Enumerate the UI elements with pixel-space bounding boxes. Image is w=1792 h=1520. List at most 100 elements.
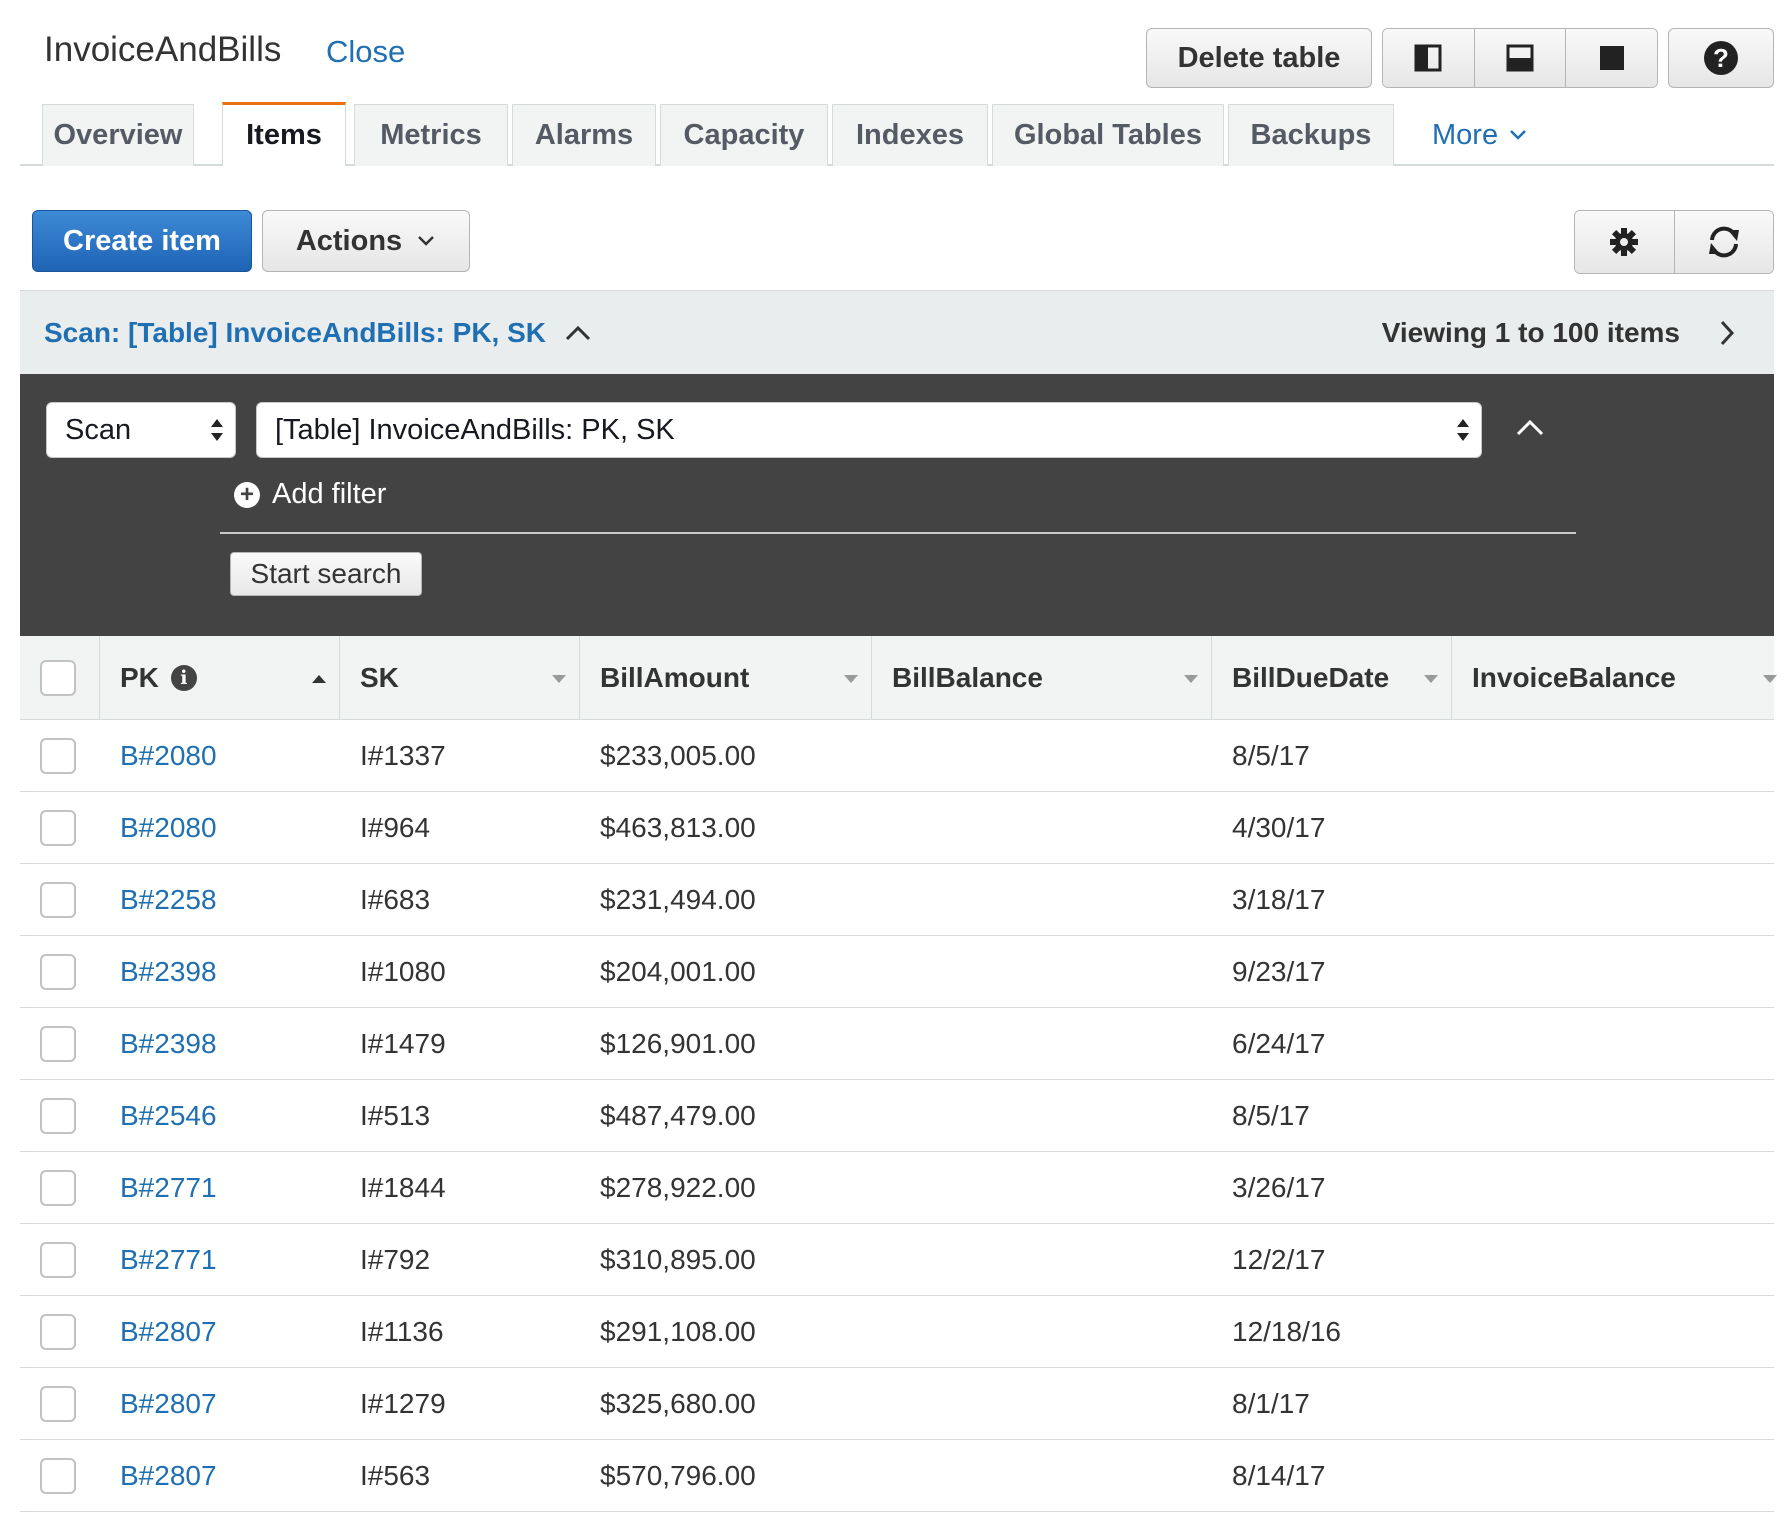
pk-cell[interactable]: B#2807 [120, 1296, 217, 1368]
table-index-select[interactable]: [Table] InvoiceAndBills: PK, SK [256, 402, 1482, 458]
scan-toggle[interactable]: Scan: [Table] InvoiceAndBills: PK, SK [44, 317, 592, 349]
table-row: B#2398 I#1080 $204,001.00 9/23/17 [20, 936, 1774, 1008]
info-icon[interactable]: i [170, 665, 197, 691]
tab-overview[interactable]: Overview [42, 104, 194, 166]
table-row: B#2807 I#563 $570,796.00 8/14/17 [20, 1440, 1774, 1512]
pk-cell[interactable]: B#2807 [120, 1368, 217, 1440]
tab-more[interactable]: More [1432, 104, 1528, 166]
row-checkbox[interactable] [40, 1242, 76, 1278]
scan-title: Scan: [Table] InvoiceAndBills: PK, SK [44, 317, 547, 348]
pk-cell[interactable]: B#2771 [120, 1224, 217, 1296]
row-checkbox[interactable] [40, 810, 76, 846]
collapse-panel-icon[interactable] [1514, 416, 1546, 438]
tab-global-tables[interactable]: Global Tables [992, 104, 1224, 166]
sk-cell: I#1136 [360, 1316, 444, 1347]
row-select-cell [40, 1296, 76, 1368]
column-header-billbalance[interactable]: BillBalance [872, 636, 1212, 720]
add-filter-button[interactable]: + Add filter [234, 478, 386, 511]
help-button[interactable]: ? [1668, 28, 1774, 88]
add-filter-label: Add filter [272, 478, 387, 510]
bill-due-date-cell: 3/26/17 [1232, 1172, 1326, 1203]
column-header-billamount[interactable]: BillAmount [580, 636, 872, 720]
table-row: B#2080 I#964 $463,813.00 4/30/17 [20, 792, 1774, 864]
pk-cell[interactable]: B#2807 [120, 1440, 217, 1512]
column-header-label: SK [360, 662, 399, 693]
column-header-sk[interactable]: SK [340, 636, 580, 720]
bill-due-date-cell: 3/18/17 [1232, 884, 1326, 915]
bill-amount-cell: $325,680.00 [600, 1388, 756, 1419]
column-header-label: PK [120, 662, 159, 693]
pk-cell[interactable]: B#2546 [120, 1080, 217, 1152]
operation-select[interactable]: Scan [46, 402, 236, 458]
sk-cell: I#1279 [360, 1388, 446, 1419]
tab-backups[interactable]: Backups [1228, 104, 1394, 166]
select-arrows-icon [1457, 419, 1469, 441]
sk-cell: I#1479 [360, 1028, 446, 1059]
plus-circle-icon: + [234, 481, 260, 508]
column-header-invoicebalance[interactable]: InvoiceBalance [1452, 636, 1777, 720]
pk-cell[interactable]: B#2398 [120, 936, 217, 1008]
bill-amount-cell: $231,494.00 [600, 884, 756, 915]
delete-table-button[interactable]: Delete table [1146, 28, 1372, 88]
column-header-pk[interactable]: PK i [100, 636, 340, 720]
sort-caret-icon [844, 675, 858, 683]
row-checkbox[interactable] [40, 1098, 76, 1134]
sort-caret-icon [1424, 675, 1438, 683]
split-vertical-button[interactable] [1383, 29, 1474, 87]
bill-due-date-cell: 12/18/16 [1232, 1316, 1341, 1347]
row-select-cell [40, 1224, 76, 1296]
tab-capacity[interactable]: Capacity [660, 104, 828, 166]
actions-dropdown[interactable]: Actions [262, 210, 470, 272]
sk-cell: I#683 [360, 884, 431, 915]
row-select-cell [40, 1152, 76, 1224]
bill-amount-cell: $291,108.00 [600, 1316, 756, 1347]
scan-summary-bar: Scan: [Table] InvoiceAndBills: PK, SK Vi… [20, 290, 1774, 374]
pk-cell[interactable]: B#2080 [120, 720, 217, 792]
bill-amount-cell: $463,813.00 [600, 812, 756, 843]
tab-items[interactable]: Items [222, 102, 346, 166]
table-row: B#2771 I#1844 $278,922.00 3/26/17 [20, 1152, 1774, 1224]
pk-cell[interactable]: B#2080 [120, 792, 217, 864]
start-search-button[interactable]: Start search [230, 552, 422, 596]
table-row: B#2080 I#1337 $233,005.00 8/5/17 [20, 720, 1774, 792]
row-checkbox[interactable] [40, 1314, 76, 1350]
bill-due-date-cell: 9/23/17 [1232, 956, 1326, 987]
create-item-button[interactable]: Create item [32, 210, 252, 272]
row-checkbox[interactable] [40, 1026, 76, 1062]
row-checkbox[interactable] [40, 1458, 76, 1494]
row-checkbox[interactable] [40, 1170, 76, 1206]
tab-alarms[interactable]: Alarms [512, 104, 656, 166]
tab-indexes[interactable]: Indexes [832, 104, 988, 166]
sk-cell: I#513 [360, 1100, 431, 1131]
sort-caret-icon [1184, 675, 1198, 683]
page-title: InvoiceAndBills [44, 30, 282, 69]
refresh-icon [1708, 226, 1739, 258]
table-row: B#2807 I#1279 $325,680.00 8/1/17 [20, 1368, 1774, 1440]
bill-amount-cell: $233,005.00 [600, 740, 756, 771]
table-row: B#2546 I#513 $487,479.00 8/5/17 [20, 1080, 1774, 1152]
pk-cell[interactable]: B#2258 [120, 864, 217, 936]
column-header-billduedate[interactable]: BillDueDate [1212, 636, 1452, 720]
pk-cell[interactable]: B#2771 [120, 1152, 217, 1224]
sort-caret-icon [552, 675, 566, 683]
row-checkbox[interactable] [40, 882, 76, 918]
select-all-cell [20, 636, 100, 720]
bill-due-date-cell: 12/2/17 [1232, 1244, 1326, 1275]
query-panel: Scan [Table] InvoiceAndBills: PK, SK + A… [20, 374, 1774, 636]
select-all-checkbox[interactable] [40, 660, 76, 696]
full-panel-button[interactable] [1565, 29, 1657, 87]
operation-select-value: Scan [65, 413, 132, 446]
row-checkbox[interactable] [40, 738, 76, 774]
row-checkbox[interactable] [40, 954, 76, 990]
refresh-button[interactable] [1673, 211, 1773, 273]
tab-metrics[interactable]: Metrics [354, 104, 508, 166]
row-select-cell [40, 1080, 76, 1152]
settings-button[interactable] [1575, 211, 1674, 273]
column-header-label: BillDueDate [1232, 662, 1390, 693]
row-checkbox[interactable] [40, 1386, 76, 1422]
close-link[interactable]: Close [326, 34, 405, 70]
row-select-cell [40, 864, 76, 936]
pk-cell[interactable]: B#2398 [120, 1008, 217, 1080]
split-horizontal-button[interactable] [1473, 29, 1566, 87]
next-page-icon[interactable] [1718, 319, 1736, 347]
